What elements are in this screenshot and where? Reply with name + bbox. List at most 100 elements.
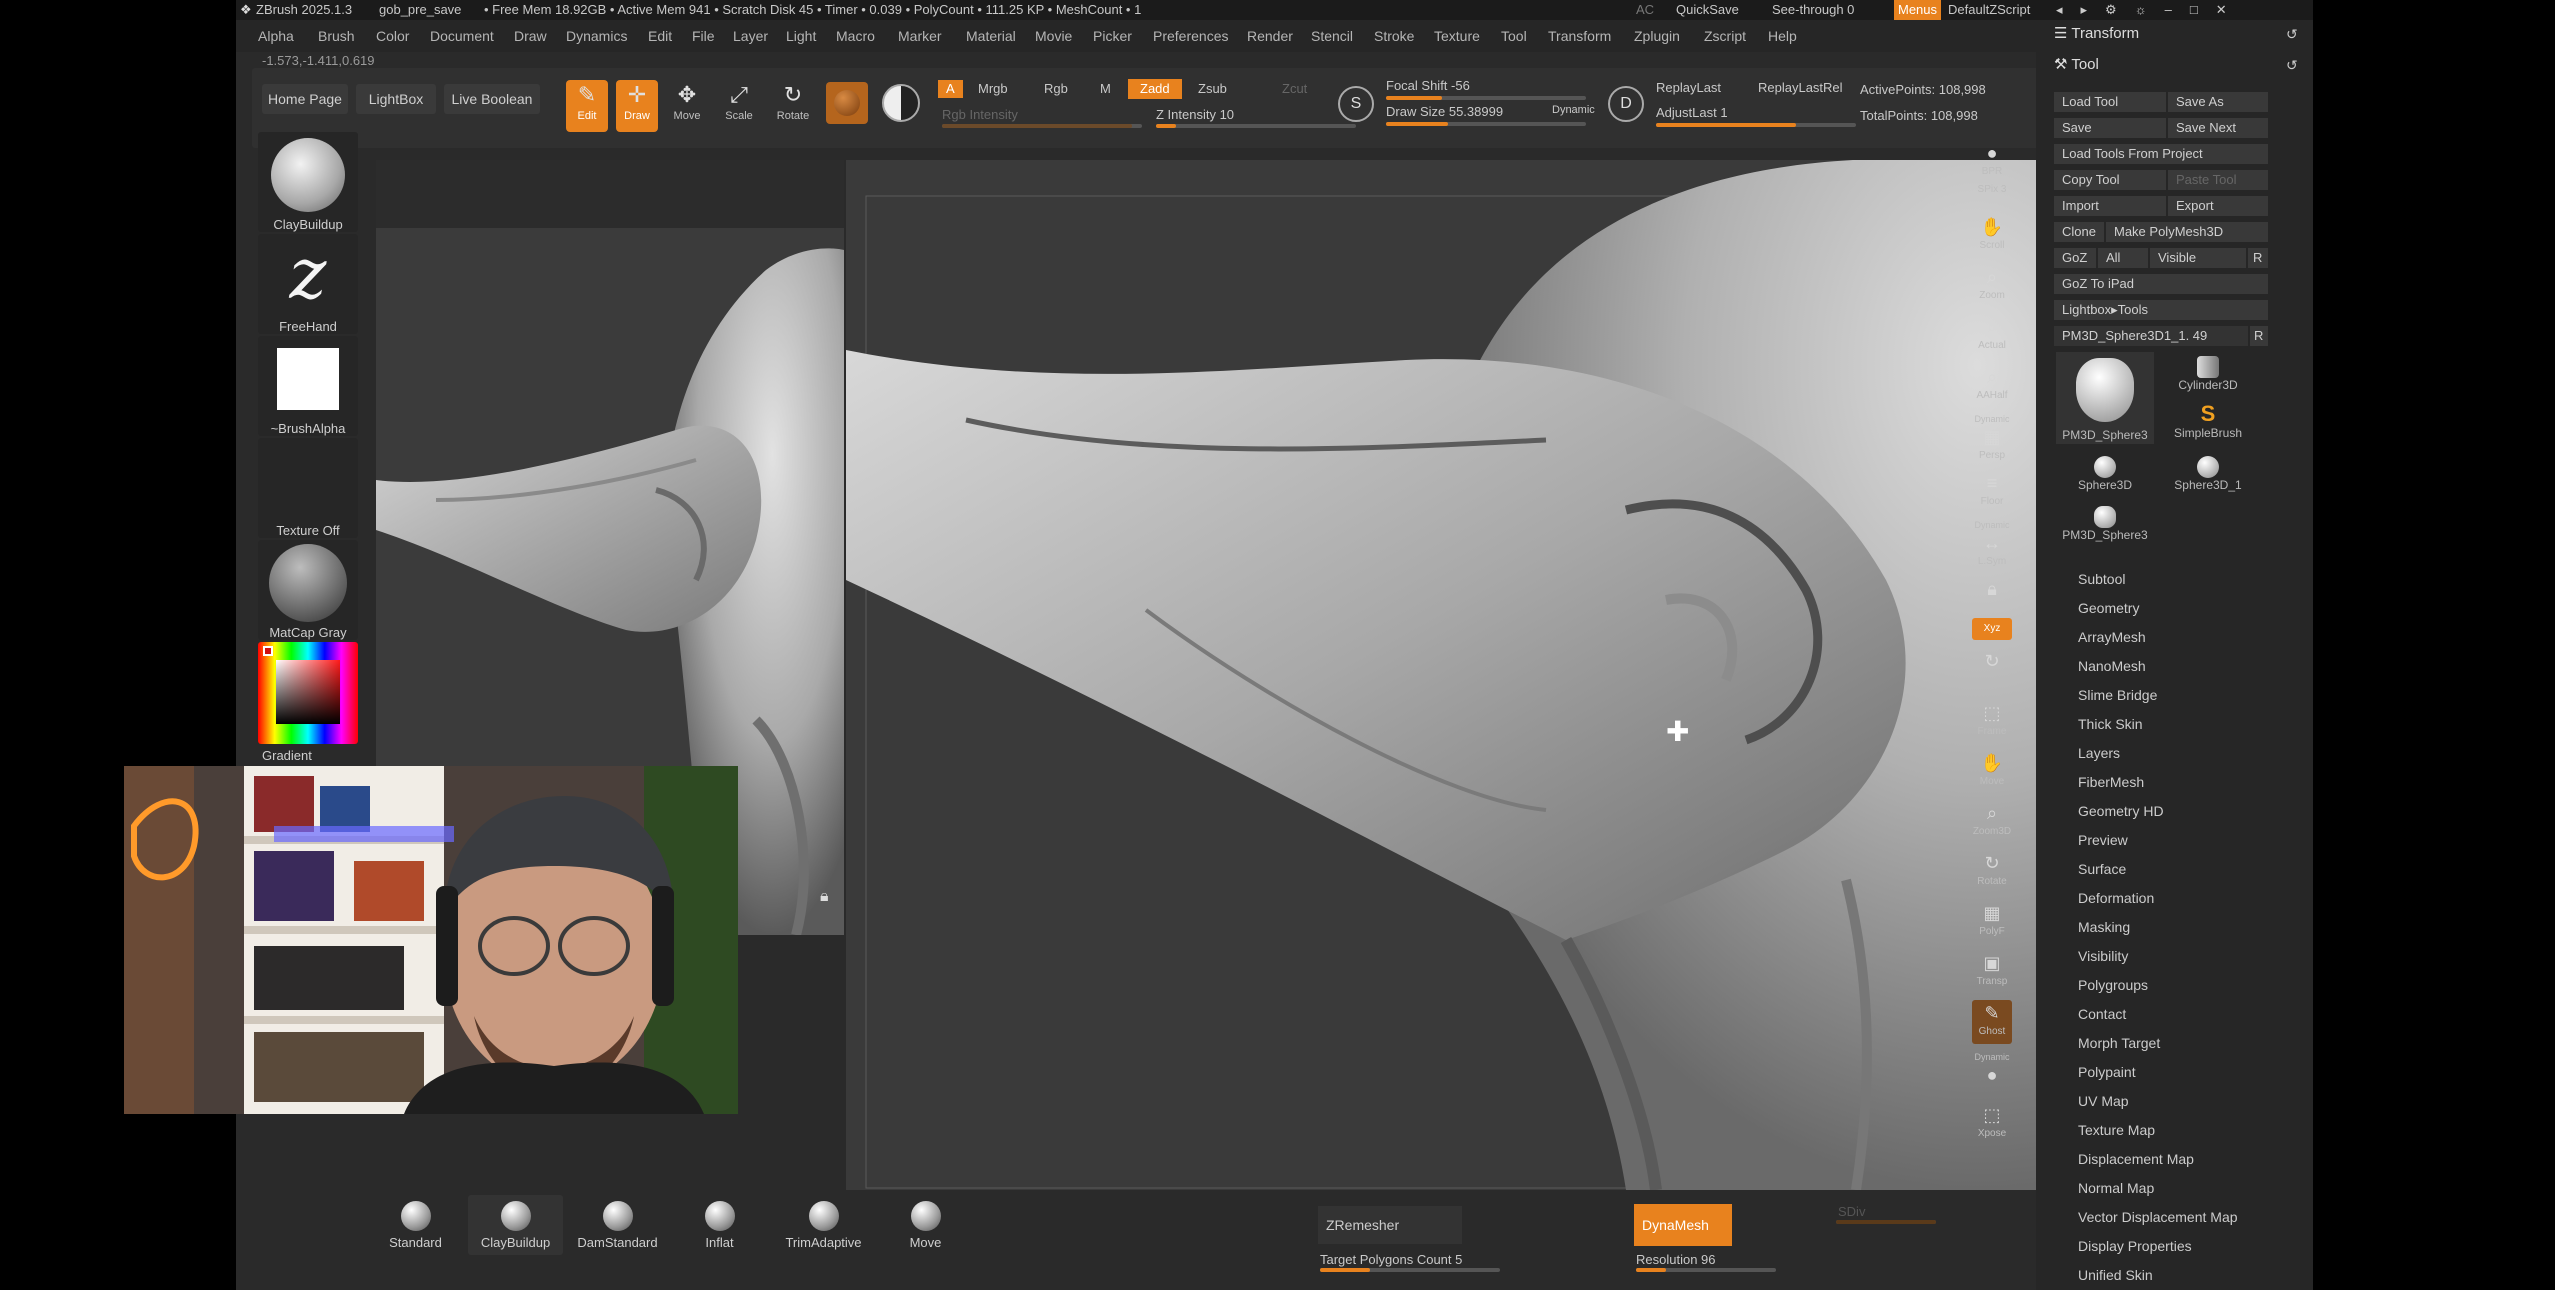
sdiv-slider[interactable]: SDiv (1838, 1204, 1865, 1219)
color-picker[interactable] (258, 642, 358, 744)
brush-standard[interactable]: Standard (368, 1195, 463, 1255)
bpr-button[interactable]: ● BPR (1972, 140, 2012, 184)
subpalette-geometry[interactable]: Geometry (2078, 600, 2139, 616)
material-swatch[interactable] (826, 82, 868, 124)
current-tool-r-button[interactable]: R (2250, 326, 2268, 346)
lock-camera-icon[interactable]: 🔒︎ (1972, 576, 2012, 620)
menu-item-material[interactable]: Material (966, 20, 1016, 52)
goz-to-ipad-button[interactable]: GoZ To iPad (2054, 274, 2268, 294)
z-intensity-track[interactable] (1156, 124, 1356, 128)
a-toggle[interactable]: A (938, 80, 963, 98)
subpalette-fibermesh[interactable]: FiberMesh (2078, 774, 2144, 790)
color-picker-marker[interactable] (263, 646, 273, 656)
rotate-mode-button[interactable]: ↻ Rotate (772, 80, 814, 132)
menus-toggle[interactable]: Menus (1894, 0, 1942, 20)
save-as-button[interactable]: Save As (2168, 92, 2268, 112)
rgb-intensity-track[interactable] (942, 124, 1142, 128)
subpalette-thick-skin[interactable]: Thick Skin (2078, 716, 2143, 732)
live-boolean-button[interactable]: Live Boolean (444, 84, 540, 114)
copy-tool-button[interactable]: Copy Tool (2054, 170, 2166, 190)
subpalette-preview[interactable]: Preview (2078, 832, 2128, 848)
menu-item-render[interactable]: Render (1247, 20, 1293, 52)
menu-item-stroke[interactable]: Stroke (1374, 20, 1414, 52)
menu-item-marker[interactable]: Marker (898, 20, 942, 52)
target-polygons-track[interactable] (1320, 1268, 1500, 1272)
export-button[interactable]: Export (2168, 196, 2268, 216)
replay-icon[interactable]: D (1608, 86, 1644, 122)
target-polygons-slider[interactable]: Target Polygons Count 5 (1320, 1252, 1462, 1267)
texture-thumbnail[interactable]: Texture Off (258, 438, 358, 538)
resolution-slider[interactable]: Resolution 96 (1636, 1252, 1716, 1267)
menu-item-tool[interactable]: Tool (1501, 20, 1527, 52)
zsub-toggle[interactable]: Zsub (1198, 81, 1227, 96)
zremesher-button[interactable]: ZRemesher (1318, 1206, 1462, 1244)
menu-item-dynamics[interactable]: Dynamics (566, 20, 627, 52)
subpalette-polypaint[interactable]: Polypaint (2078, 1064, 2136, 1080)
menu-item-layer[interactable]: Layer (733, 20, 768, 52)
gradient-label[interactable]: Gradient (262, 748, 312, 763)
menu-item-zscript[interactable]: Zscript (1704, 20, 1746, 52)
subpalette-masking[interactable]: Masking (2078, 919, 2130, 935)
aahalf-button[interactable]: ⌕ AAHalf (1972, 364, 2012, 408)
xyz-button[interactable]: Xyz (1972, 618, 2012, 640)
subpalette-deformation[interactable]: Deformation (2078, 890, 2154, 906)
default-zscript-button[interactable]: DefaultZScript (1948, 0, 2030, 20)
menu-item-brush[interactable]: Brush (318, 20, 355, 52)
subpalette-nanomesh[interactable]: NanoMesh (2078, 658, 2146, 674)
brush-move[interactable]: Move (878, 1195, 973, 1255)
clone-button[interactable]: Clone (2054, 222, 2104, 242)
subpalette-normal-map[interactable]: Normal Map (2078, 1180, 2154, 1196)
draw-mode-button[interactable]: ✛ Draw (616, 80, 658, 132)
brush-damstandard[interactable]: DamStandard (570, 1195, 665, 1255)
menu-item-document[interactable]: Document (430, 20, 494, 52)
tool-header[interactable]: ⚒ Tool (2054, 55, 2099, 73)
menu-item-draw[interactable]: Draw (514, 20, 547, 52)
replay-last-button[interactable]: ReplayLast (1656, 80, 1721, 95)
menu-item-movie[interactable]: Movie (1035, 20, 1072, 52)
dynamic-toggle[interactable]: Dynamic (1552, 104, 1595, 116)
tool-reset-icon[interactable]: ↺ (2286, 57, 2298, 74)
subpalette-unified-skin[interactable]: Unified Skin (2078, 1267, 2153, 1283)
replay-last-rel-button[interactable]: ReplayLastRel (1758, 80, 1843, 95)
current-tool-slider[interactable]: PM3D_Sphere3D1_1. 49 (2054, 326, 2248, 346)
subpalette-subtool[interactable]: Subtool (2078, 571, 2125, 587)
menu-item-help[interactable]: Help (1768, 20, 1797, 52)
scale-mode-button[interactable]: ⤢ Scale (718, 80, 760, 132)
menu-item-file[interactable]: File (692, 20, 715, 52)
quicksave-button[interactable]: QuickSave (1676, 0, 1739, 20)
brush-inflat[interactable]: Inflat (672, 1195, 767, 1255)
focal-shift-slider[interactable]: Focal Shift -56 (1386, 78, 1470, 93)
color-mode-icon[interactable] (882, 84, 920, 122)
save-button[interactable]: Save (2054, 118, 2166, 138)
menu-item-alpha[interactable]: Alpha (258, 20, 294, 52)
m-toggle[interactable]: M (1100, 81, 1111, 96)
sdiv-track[interactable] (1836, 1220, 1936, 1224)
menu-item-light[interactable]: Light (786, 20, 816, 52)
zoom3d-button[interactable]: ⌕ Zoom3D (1972, 800, 2012, 844)
draw-size-track[interactable] (1386, 122, 1586, 126)
tool-thumb-sphere3d[interactable]: Sphere3D (2056, 454, 2154, 498)
ac-label[interactable]: AC (1636, 0, 1654, 20)
menu-item-macro[interactable]: Macro (836, 20, 875, 52)
zoom-button[interactable]: ⌕ Zoom (1972, 264, 2012, 308)
lightbox-tools-button[interactable]: Lightbox▸Tools (2054, 300, 2268, 320)
move-mode-button[interactable]: ✥ Move (666, 80, 708, 132)
adjust-last-slider[interactable]: AdjustLast 1 (1656, 105, 1728, 120)
subpalette-display-properties[interactable]: Display Properties (2078, 1238, 2192, 1254)
subpalette-slime-bridge[interactable]: Slime Bridge (2078, 687, 2157, 703)
lightbox-button[interactable]: LightBox (356, 84, 436, 114)
transp-button[interactable]: ▣ Transp (1972, 950, 2012, 994)
move-view-button[interactable]: ✋ Move (1972, 750, 2012, 794)
rotate-axis-icons[interactable]: ↻ (1972, 648, 2012, 692)
load-tools-from-project-button[interactable]: Load Tools From Project (2054, 144, 2268, 164)
tool-thumb-sphere3d-1[interactable]: Sphere3D_1 (2158, 454, 2258, 498)
menu-item-edit[interactable]: Edit (648, 20, 672, 52)
lsym-button[interactable]: Dynamic ↔ L.Sym (1972, 520, 2012, 567)
brush-claybuildup[interactable]: ClayBuildup (468, 1195, 563, 1255)
menu-item-picker[interactable]: Picker (1093, 20, 1132, 52)
scroll-button[interactable]: ✋ Scroll (1972, 214, 2012, 258)
floor-button[interactable]: ≡ Floor (1972, 470, 2012, 514)
menu-item-zplugin[interactable]: Zplugin (1634, 20, 1680, 52)
actual-button[interactable]: ⌕ Actual (1972, 314, 2012, 358)
window-controls[interactable]: ◂▸⚙☼–□✕ (2056, 0, 2245, 20)
